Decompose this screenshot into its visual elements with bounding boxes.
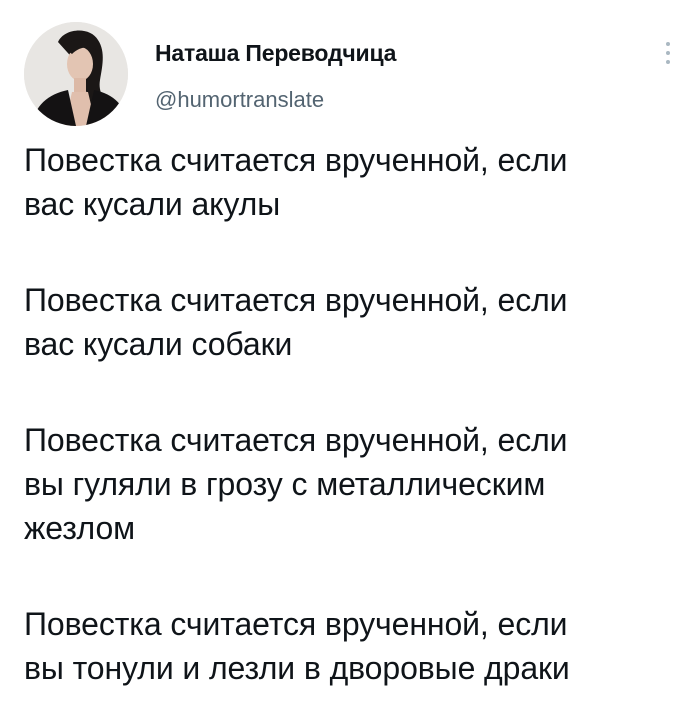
tweet-line: Повестка считается врученной, если — [24, 142, 568, 178]
more-options-button[interactable] — [654, 34, 682, 72]
tweet-paragraph: Повестка считается врученной, если вы гу… — [24, 418, 674, 550]
author-handle[interactable]: @humortranslate — [155, 86, 324, 114]
author-display-name[interactable]: Наташа Переводчица — [155, 38, 396, 68]
more-vertical-icon — [666, 42, 670, 46]
tweet-line: жезлом — [24, 510, 136, 546]
tweet-text: Повестка считается врученной, если вас к… — [24, 138, 674, 690]
profile-photo — [24, 22, 128, 126]
avatar[interactable] — [24, 22, 128, 126]
more-vertical-icon-dot — [666, 51, 670, 55]
tweet-paragraph: Повестка считается врученной, если вас к… — [24, 138, 674, 226]
tweet-line: вы тонули и лезли в дворовые драки — [24, 650, 570, 686]
tweet-line: вас кусали собаки — [24, 326, 293, 362]
tweet-line: вы гуляли в грозу с металлическим — [24, 466, 546, 502]
tweet-line: вас кусали акулы — [24, 186, 281, 222]
tweet-paragraph: Повестка считается врученной, если вас к… — [24, 278, 674, 366]
tweet-paragraph: Повестка считается врученной, если вы то… — [24, 602, 674, 690]
more-vertical-icon-dot — [666, 60, 670, 64]
tweet-line: Повестка считается врученной, если — [24, 282, 568, 318]
tweet-line: Повестка считается врученной, если — [24, 422, 568, 458]
tweet: Наташа Переводчица @humortranslate Повес… — [0, 0, 700, 702]
tweet-line: Повестка считается врученной, если — [24, 606, 568, 642]
